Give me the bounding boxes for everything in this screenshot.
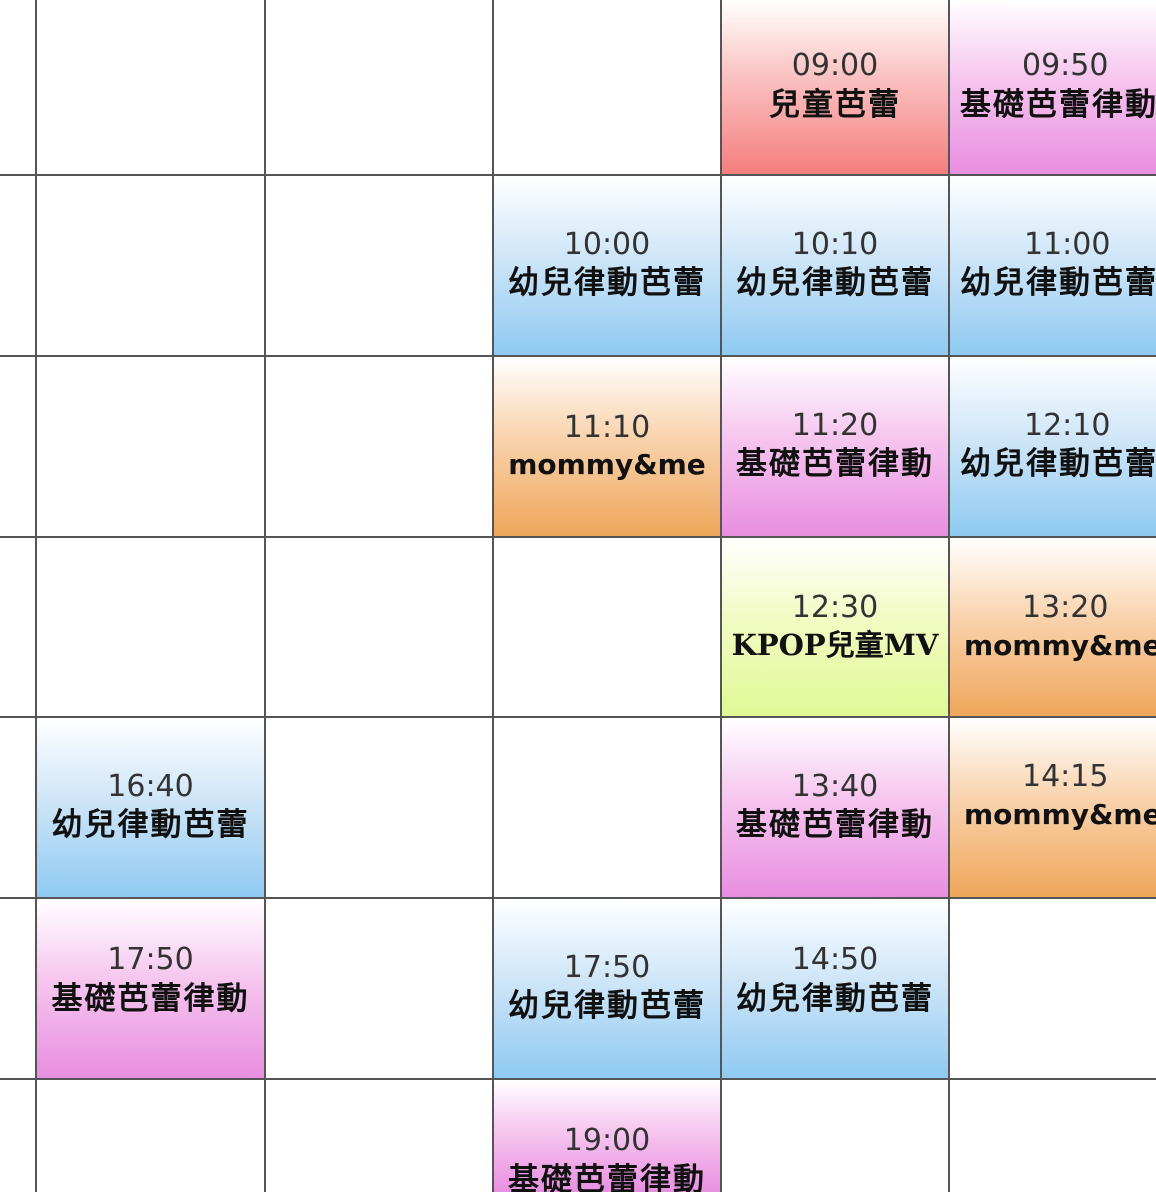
class-time: 11:20 [791, 407, 879, 443]
class-name: 基礎芭蕾律動 [508, 1161, 706, 1194]
class-time: 11:10 [563, 409, 651, 445]
class-slot[interactable]: 12:30 KPOP兒童MV [722, 538, 948, 716]
class-time: 11:00 [1024, 226, 1111, 262]
class-slot[interactable]: 14:50 幼兒律動芭蕾 [722, 899, 948, 1078]
class-time: 10:10 [791, 226, 879, 262]
class-name: 幼兒律動芭蕾 [51, 807, 250, 844]
class-slot[interactable]: 09:00 兒童芭蕾 [722, 0, 948, 174]
class-name: 幼兒律動芭蕾 [736, 980, 934, 1017]
class-time: 09:50 [1022, 48, 1109, 84]
class-slot[interactable]: 09:50 基礎芭蕾律動 [950, 0, 1156, 174]
class-time: 12:30 [791, 589, 879, 625]
class-time: 10:00 [563, 226, 651, 262]
class-slot[interactable]: 17:50 基礎芭蕾律動 [37, 899, 264, 1078]
class-name: mommy&me [508, 448, 706, 482]
class-name: 幼兒律動芭蕾 [508, 265, 706, 302]
class-slot[interactable]: 19:00 基礎芭蕾律動 [494, 1080, 720, 1194]
class-time: 16:40 [107, 768, 194, 804]
class-time: 17:50 [563, 949, 651, 985]
class-name: 基礎芭蕾律動 [736, 446, 934, 483]
class-time: 19:00 [563, 1123, 651, 1158]
class-slot[interactable]: 11:10 mommy&me [494, 357, 720, 536]
class-name: KPOP兒童MV [731, 628, 939, 663]
class-time: 12:10 [1024, 407, 1111, 443]
class-name: mommy&me [964, 797, 1156, 831]
class-slot[interactable]: 10:10 幼兒律動芭蕾 [722, 176, 948, 355]
class-time: 14:15 [1022, 759, 1109, 794]
class-slot[interactable]: 11:20 基礎芭蕾律動 [722, 357, 948, 536]
class-time: 17:50 [107, 942, 194, 977]
class-name: 基礎芭蕾律動 [960, 86, 1156, 123]
class-name: mommy&me [964, 628, 1156, 662]
class-slot[interactable]: 14:15 mommy&me [950, 718, 1156, 897]
class-slot[interactable]: 12:10 幼兒律動芭蕾 [950, 357, 1156, 536]
class-name: 兒童芭蕾 [769, 86, 901, 123]
class-time: 09:00 [791, 48, 879, 84]
class-name: 基礎芭蕾律動 [51, 980, 250, 1017]
class-slot[interactable]: 16:40 幼兒律動芭蕾 [37, 718, 264, 897]
grid-vline [264, 0, 266, 1194]
class-slot[interactable]: 13:40 基礎芭蕾律動 [722, 718, 948, 897]
class-name: 幼兒律動芭蕾 [736, 265, 934, 302]
class-name: 幼兒律動芭蕾 [960, 446, 1156, 483]
class-name: 幼兒律動芭蕾 [960, 265, 1156, 302]
class-slot[interactable]: 17:50 幼兒律動芭蕾 [494, 899, 720, 1078]
class-time: 13:20 [1022, 590, 1109, 626]
class-time: 14:50 [791, 942, 879, 977]
class-schedule-grid: 09:00 兒童芭蕾 09:50 基礎芭蕾律動 10:00 幼兒律動芭蕾 10:… [0, 0, 1156, 1194]
class-slot[interactable]: 13:20 mommy&me [950, 538, 1156, 716]
class-slot[interactable]: 11:00 幼兒律動芭蕾 [950, 176, 1156, 355]
class-slot[interactable]: 10:00 幼兒律動芭蕾 [494, 176, 720, 355]
class-name: 基礎芭蕾律動 [736, 807, 934, 844]
class-time: 13:40 [791, 768, 879, 804]
class-name: 幼兒律動芭蕾 [508, 988, 706, 1025]
